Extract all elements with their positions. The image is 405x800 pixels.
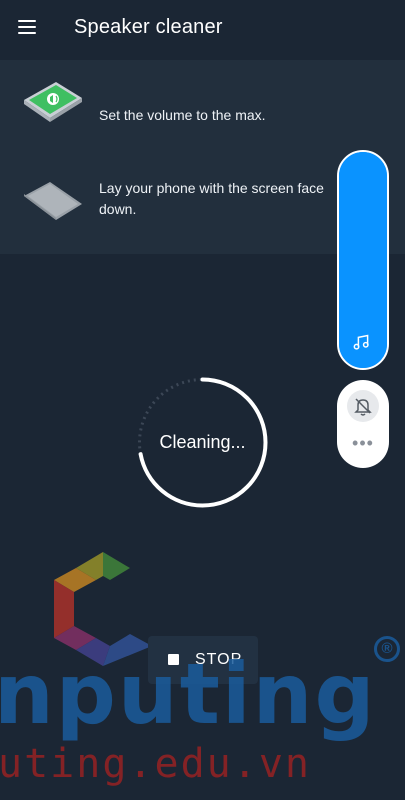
watermark-url: uting.edu.vn	[0, 741, 311, 787]
mute-button[interactable]	[347, 390, 379, 422]
volume-slider[interactable]	[337, 150, 389, 370]
phone-facedown-icon	[24, 182, 82, 220]
instruction-text: Lay your phone with the screen face down…	[99, 180, 324, 217]
progress-label: Cleaning...	[159, 432, 246, 452]
music-note-icon	[353, 334, 369, 350]
instruction-text: Set the volume to the max.	[99, 107, 266, 123]
volume-options-panel: •••	[337, 380, 389, 468]
menu-button[interactable]	[14, 14, 44, 44]
hamburger-menu-icon	[18, 20, 36, 22]
bell-off-icon	[354, 398, 372, 416]
watermark-text: nputing	[0, 645, 377, 743]
instruction-step: Set the volume to the max.	[0, 78, 405, 148]
app-bar: Speaker cleaner	[0, 0, 405, 58]
phone-speaker-icon	[24, 82, 82, 122]
app-title: Speaker cleaner	[74, 16, 223, 38]
registered-mark: ®	[374, 636, 400, 662]
more-dots-icon[interactable]: •••	[337, 434, 389, 452]
